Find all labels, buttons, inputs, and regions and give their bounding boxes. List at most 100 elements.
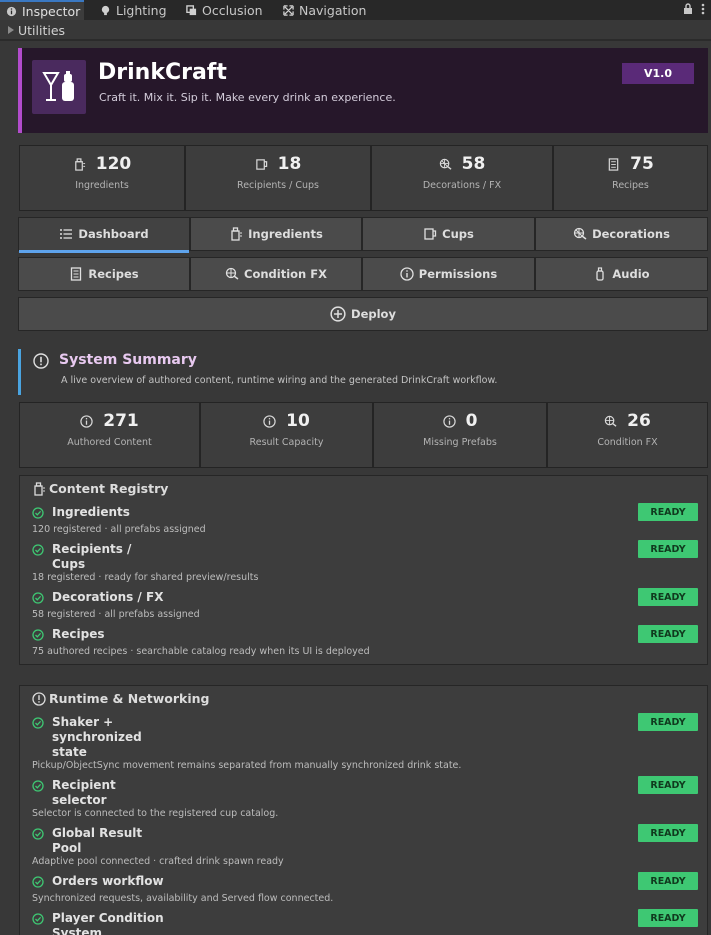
stat-label: Ingredients (75, 180, 129, 191)
panel-title: Content Registry (32, 481, 168, 496)
item-desc: 18 registered · ready for shared preview… (32, 572, 259, 583)
stat-missing-prefabs: 0 Missing Prefabs (373, 402, 547, 468)
bottle-icon (34, 481, 45, 496)
tab-inspector[interactable]: Inspector (0, 0, 84, 20)
status-badge: READY (638, 503, 698, 521)
stat-label: Missing Prefabs (423, 437, 497, 448)
stat-label: Result Capacity (249, 437, 324, 448)
fx-icon (604, 415, 617, 427)
alert-icon (33, 353, 49, 369)
tab-decorations[interactable]: Decorations (535, 217, 708, 251)
tab-occlusion[interactable]: Occlusion (186, 0, 263, 20)
item-label: Shaker + synchronized state (52, 715, 142, 760)
status-badge: READY (638, 540, 698, 558)
stat-value: 58 (461, 154, 486, 174)
stat-value: 120 (95, 154, 132, 174)
deploy-label: Deploy (351, 307, 396, 321)
decoration-icon (573, 227, 587, 240)
stat-recipes: 75 Recipes (553, 145, 708, 211)
tab-permissions[interactable]: Permissions (362, 257, 535, 291)
stat-cups: 18 Recipients / Cups (185, 145, 371, 211)
status-badge: READY (638, 625, 698, 643)
stat-authored-content: 271 Authored Content (19, 402, 200, 468)
info-icon (400, 267, 414, 281)
alert-icon (32, 691, 46, 706)
tab-label: Condition FX (244, 267, 327, 281)
check-circle-icon (32, 544, 44, 556)
tab-recipes[interactable]: Recipes (18, 257, 190, 291)
status-badge: READY (638, 909, 698, 927)
stat-label: Recipes (612, 180, 649, 191)
item-desc: 120 registered · all prefabs assigned (32, 524, 206, 535)
info-icon (263, 414, 276, 428)
tab-navigation[interactable]: Navigation (283, 0, 366, 20)
tab-label: Permissions (418, 267, 498, 281)
recipe-icon (608, 157, 619, 171)
utilities-label: Utilities (18, 22, 66, 38)
item-desc: Adaptive pool connected · crafted drink … (32, 856, 284, 867)
tab-audio[interactable]: Audio (535, 257, 708, 291)
drink-logo-icon (32, 60, 86, 114)
stat-value: 271 (103, 411, 139, 431)
window-controls (683, 3, 705, 15)
foldout-arrow-icon (8, 26, 14, 34)
stat-value: 10 (286, 411, 310, 431)
decoration-icon (439, 158, 452, 170)
stat-value: 26 (627, 411, 651, 431)
stat-label: Condition FX (597, 437, 658, 448)
status-badge: READY (638, 713, 698, 731)
item-label-line: Player Condition (52, 911, 164, 925)
cup-icon (255, 158, 267, 170)
item-label-line: Recipient (52, 778, 116, 792)
tab-navigation-label: Navigation (299, 2, 367, 18)
content-registry-title: Content Registry (49, 481, 169, 496)
occlusion-icon (186, 4, 197, 15)
check-circle-icon (32, 717, 44, 729)
lock-icon[interactable] (683, 3, 693, 15)
app-title: DrinkCraft (98, 60, 227, 85)
app-tagline: Craft it. Mix it. Sip it. Make every dri… (99, 91, 396, 104)
bulb-icon (101, 5, 110, 15)
check-circle-icon (32, 780, 44, 792)
item-label-line: Shaker + (52, 715, 114, 729)
stat-condition-fx: 26 Condition FX (547, 402, 708, 468)
item-label: Recipes (52, 627, 105, 641)
item-label-line: selector (52, 793, 107, 807)
item-label-line: System (52, 926, 102, 935)
navigation-icon (283, 4, 294, 16)
stat-label: Authored Content (67, 437, 152, 448)
stat-label: Decorations / FX (422, 180, 502, 191)
tab-ingredients[interactable]: Ingredients (190, 217, 362, 251)
item-label-line: state (52, 745, 87, 759)
tab-label: Audio (612, 267, 650, 281)
tab-lighting[interactable]: Lighting (100, 0, 167, 20)
item-label-line: Global Result (52, 826, 143, 840)
stat-ingredients: 120 Ingredients (19, 145, 185, 211)
deploy-button[interactable]: Deploy (18, 297, 708, 331)
check-circle-icon (32, 828, 44, 840)
tab-cups[interactable]: Cups (362, 217, 535, 251)
content-registry-panel: Content Registry Ingredients 120 registe… (19, 475, 708, 665)
tab-dashboard[interactable]: Dashboard (18, 217, 190, 253)
info-icon (6, 6, 17, 16)
check-circle-icon (32, 592, 44, 604)
utilities-foldout[interactable]: Utilities (0, 21, 711, 41)
status-badge: READY (638, 824, 698, 842)
bottle-icon (231, 227, 243, 241)
stat-label: Recipients / Cups (237, 180, 319, 191)
menu-icon[interactable] (701, 3, 705, 15)
item-label-line: synchronized (52, 730, 142, 744)
summary-subtitle: A live overview of authored content, run… (61, 375, 498, 386)
item-desc: 58 registered · all prefabs assigned (32, 609, 200, 620)
item-label: Recipient selector (52, 778, 116, 808)
check-circle-icon (32, 913, 44, 925)
status-badge: READY (638, 776, 698, 794)
check-circle-icon (32, 507, 44, 519)
version-badge: V1.0 (622, 63, 694, 84)
tab-lighting-label: Lighting (116, 2, 167, 18)
info-icon (442, 414, 456, 428)
tab-condition-fx[interactable]: Condition FX (190, 257, 362, 291)
item-label: Recipients / Cups (52, 542, 131, 572)
stat-value: 18 (277, 154, 302, 174)
info-icon (80, 414, 93, 428)
